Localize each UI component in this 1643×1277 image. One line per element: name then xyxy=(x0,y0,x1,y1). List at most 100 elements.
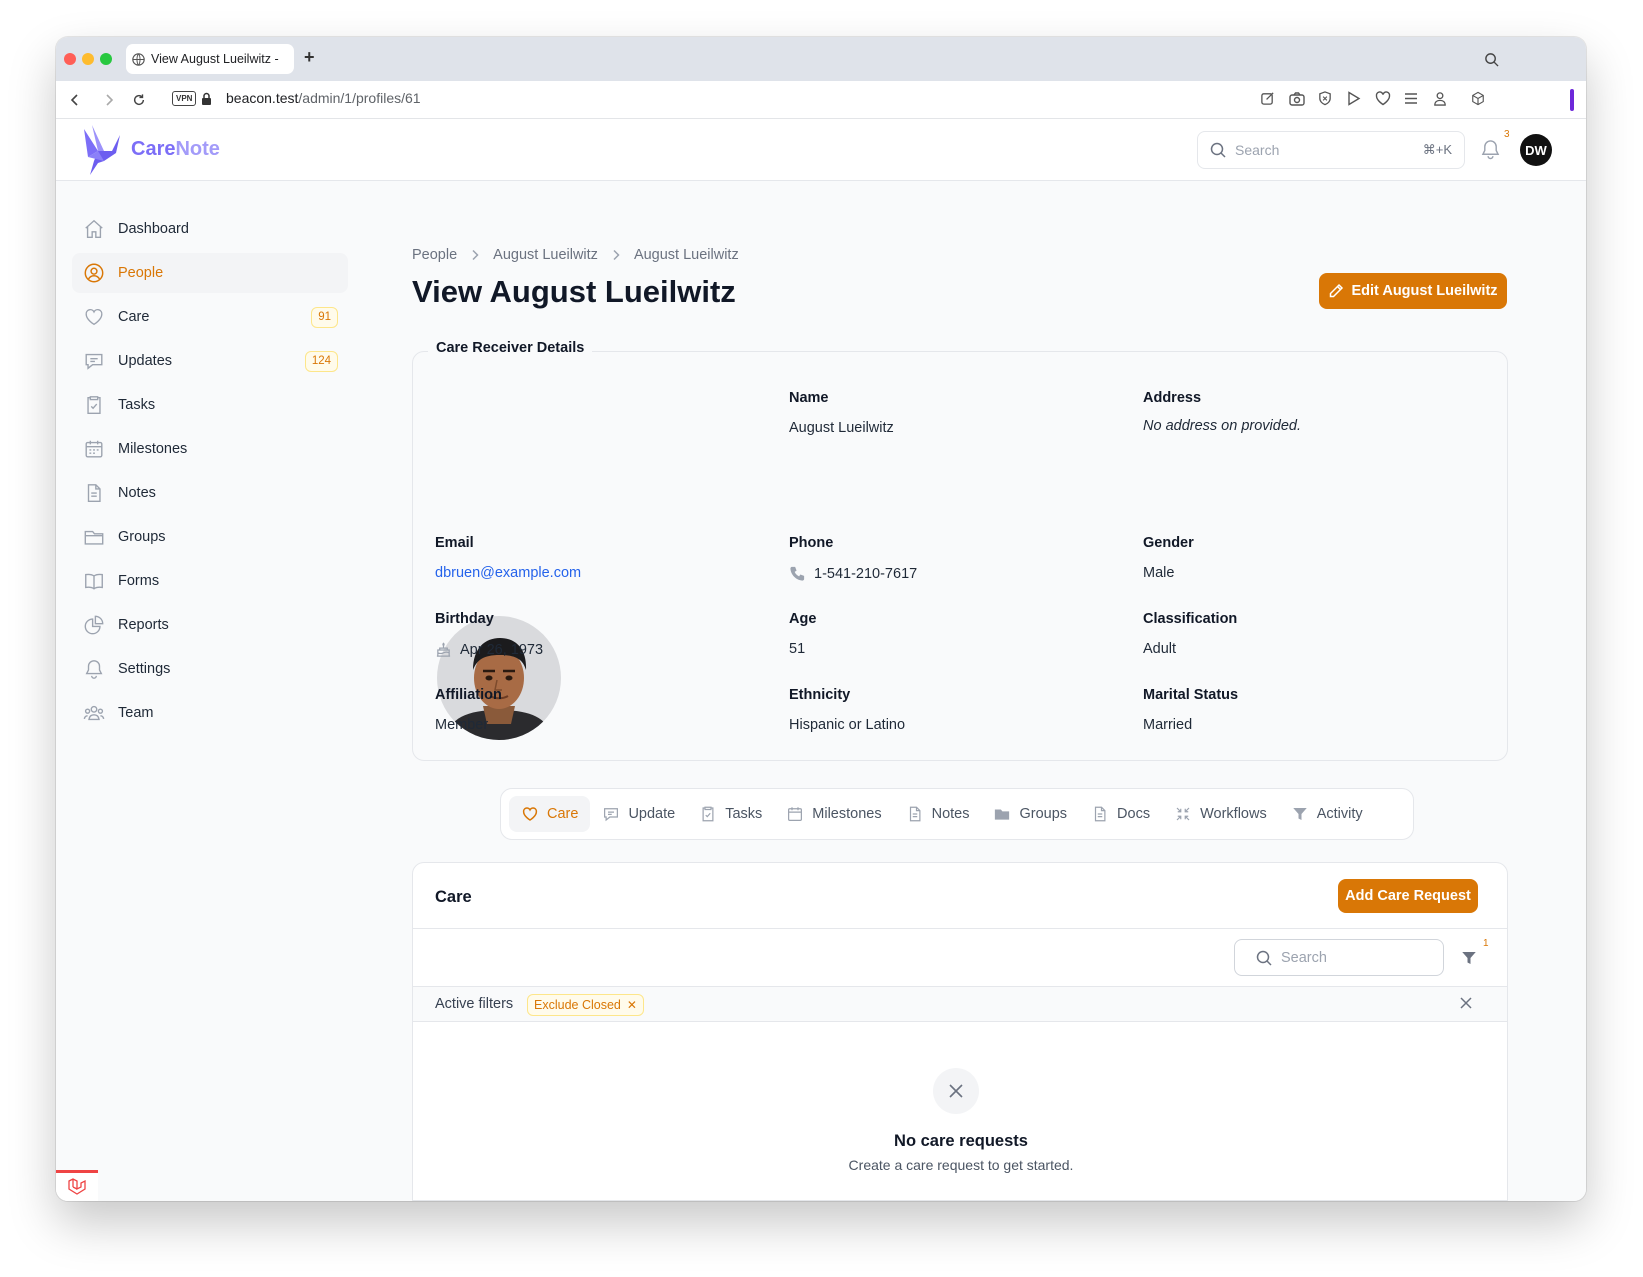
edit-profile-label: Edit August Lueilwitz xyxy=(1351,283,1498,299)
tab-update[interactable]: Update xyxy=(590,796,687,832)
document-icon xyxy=(82,481,106,505)
phone-label: Phone xyxy=(789,535,834,551)
calendar-icon xyxy=(788,807,803,821)
folder-icon xyxy=(82,525,106,549)
search-tabs-icon[interactable] xyxy=(1484,52,1499,67)
classification-value: Adult xyxy=(1143,641,1177,657)
phone-icon xyxy=(789,565,814,582)
breadcrumb-person[interactable]: August Lueilwitz xyxy=(493,247,598,263)
sidebar-item-care[interactable]: Care 91 xyxy=(72,297,348,337)
breadcrumb-people[interactable]: People xyxy=(412,247,457,263)
sidebar-item-dashboard[interactable]: Dashboard xyxy=(72,209,348,249)
back-icon[interactable] xyxy=(66,91,84,109)
logo-word-care: Care xyxy=(131,138,176,160)
remove-filter-icon[interactable]: ✕ xyxy=(627,998,637,1012)
sidebar-item-label: Groups xyxy=(118,529,166,545)
calendar-icon xyxy=(82,437,106,461)
shield-icon[interactable] xyxy=(1318,91,1332,106)
name-label: Name xyxy=(789,390,829,406)
email-link[interactable]: dbruen@example.com xyxy=(435,565,581,581)
tab-milestones[interactable]: Milestones xyxy=(774,796,893,832)
tab-label: Workflows xyxy=(1200,806,1267,822)
filter-chip-label: Exclude Closed xyxy=(534,998,621,1012)
vpn-badge[interactable]: VPN xyxy=(172,91,197,106)
sidebar-item-label: Notes xyxy=(118,485,156,501)
reload-icon[interactable] xyxy=(130,91,148,109)
users-icon xyxy=(82,701,106,725)
sidebar-item-label: Forms xyxy=(118,573,160,589)
edit-page-icon[interactable] xyxy=(1260,91,1275,106)
tab-label: Tasks xyxy=(725,806,763,822)
tab-workflows[interactable]: Workflows xyxy=(1162,796,1279,832)
user-circle-icon xyxy=(82,261,106,285)
globe-icon xyxy=(132,52,145,66)
maximize-window-button[interactable] xyxy=(100,53,112,65)
profile-icon[interactable] xyxy=(1433,91,1447,106)
close-window-button[interactable] xyxy=(64,53,76,65)
birthday-value: Apr 26, 1973 xyxy=(435,641,543,658)
sidebar-item-notes[interactable]: Notes xyxy=(72,473,348,513)
sidebar-item-forms[interactable]: Forms xyxy=(72,561,348,601)
tab-tasks[interactable]: Tasks xyxy=(687,796,774,832)
tab-groups[interactable]: Groups xyxy=(981,796,1079,832)
sidebar-item-reports[interactable]: Reports xyxy=(72,605,348,645)
tab-label: Activity xyxy=(1316,806,1363,822)
browser-tab[interactable]: View August Lueilwitz - xyxy=(126,44,294,74)
tab-label: Update xyxy=(628,806,676,822)
debug-bar-toggle[interactable] xyxy=(56,1170,98,1201)
breadcrumb-current: August Lueilwitz xyxy=(633,247,739,263)
sidebar-item-team[interactable]: Team xyxy=(72,693,348,733)
filter-funnel-icon[interactable] xyxy=(1460,949,1478,967)
cake-icon xyxy=(435,641,460,658)
document-icon xyxy=(1094,806,1106,822)
sidebar-item-label: Team xyxy=(118,705,154,721)
menu-icon[interactable] xyxy=(1404,91,1418,106)
sidebar-item-people[interactable]: People xyxy=(72,253,348,293)
add-care-request-button[interactable]: Add Care Request xyxy=(1338,879,1478,913)
heart-icon xyxy=(82,305,106,329)
address-label: Address xyxy=(1143,390,1202,406)
sidebar-item-milestones[interactable]: Milestones xyxy=(72,429,348,469)
folder-icon xyxy=(995,809,1010,820)
heart-icon[interactable] xyxy=(1375,91,1391,106)
address-bar[interactable]: beacon.test/admin/1/profiles/61 xyxy=(226,90,421,106)
forward-icon[interactable] xyxy=(100,91,118,109)
sidebar-toggle[interactable] xyxy=(1570,89,1574,111)
clear-filters-close-icon[interactable] xyxy=(1460,997,1472,1009)
extension-cube-icon[interactable] xyxy=(1471,91,1485,106)
tab-care[interactable]: Care xyxy=(509,796,591,832)
heart-icon xyxy=(522,807,538,821)
email-label: Email xyxy=(435,535,474,551)
sidebar-item-tasks[interactable]: Tasks xyxy=(72,385,348,425)
play-icon[interactable] xyxy=(1347,91,1361,106)
clipboard-check-icon xyxy=(702,806,714,822)
tab-docs[interactable]: Docs xyxy=(1079,796,1162,832)
minimize-window-button[interactable] xyxy=(82,53,94,65)
phone-value[interactable]: 1-541-210-7617 xyxy=(789,565,917,582)
sidebar-item-settings[interactable]: Settings xyxy=(72,649,348,689)
tab-label: Care xyxy=(547,806,579,822)
empty-state-subtitle: Create a care request to get started. xyxy=(848,1157,1074,1173)
new-tab-button[interactable]: + xyxy=(304,47,315,68)
profile-tabs: Care Update Tasks Milestones Notes Group… xyxy=(500,788,1414,840)
care-search-input[interactable]: Search xyxy=(1234,939,1444,976)
tab-notes[interactable]: Notes xyxy=(894,796,982,832)
logo-text[interactable]: CareNote xyxy=(131,138,220,161)
sidebar-item-label: Dashboard xyxy=(118,221,189,237)
clipboard-check-icon xyxy=(82,393,106,417)
camera-icon[interactable] xyxy=(1289,91,1305,106)
edit-profile-button[interactable]: Edit August Lueilwitz xyxy=(1319,273,1507,309)
sidebar-item-updates[interactable]: Updates 124 xyxy=(72,341,348,381)
url-host: beacon.test xyxy=(226,90,299,106)
lock-icon[interactable] xyxy=(201,92,212,106)
tab-activity[interactable]: Activity xyxy=(1279,796,1375,832)
details-section-title: Care Receiver Details xyxy=(428,340,593,356)
age-value: 51 xyxy=(789,641,806,657)
sidebar-item-groups[interactable]: Groups xyxy=(72,517,348,557)
address-value: No address on provided. xyxy=(1143,418,1301,434)
pencil-icon xyxy=(1328,283,1351,299)
affiliation-value: Member xyxy=(435,717,489,733)
chevron-right-icon xyxy=(471,249,479,261)
filter-chip-exclude-closed: Exclude Closed ✕ xyxy=(527,994,644,1016)
app-root: CareNote Search ⌘+K 3 DW Dashboard Peopl… xyxy=(56,119,1586,1201)
